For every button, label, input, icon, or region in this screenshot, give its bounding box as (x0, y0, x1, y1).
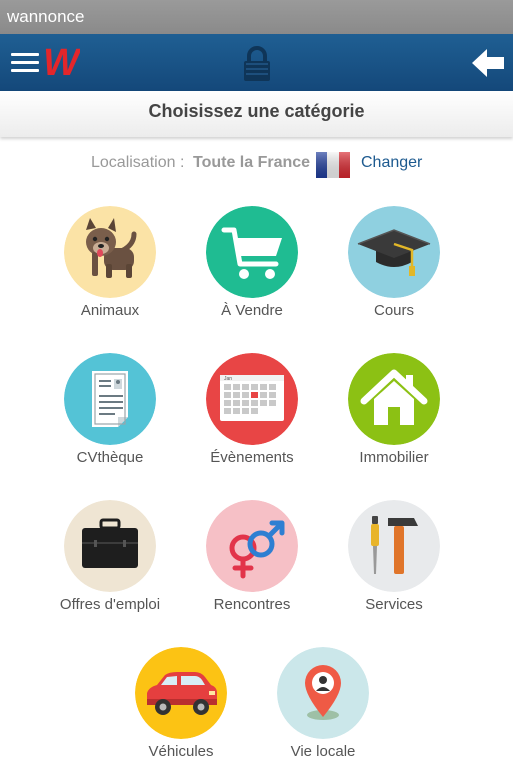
page-title: Choisissez une catégorie (148, 101, 365, 121)
briefcase-icon (64, 500, 156, 592)
category-label: Vie locale (290, 743, 356, 760)
category-cvtheque[interactable]: CVthèque (39, 353, 181, 481)
lock-icon[interactable] (242, 46, 272, 82)
category-label: CVthèque (76, 449, 144, 466)
category-label: Immobilier (359, 449, 429, 466)
category-a-vendre[interactable]: À Vendre (181, 206, 323, 334)
svg-text:Jan: Jan (224, 376, 232, 382)
tools-icon (348, 500, 440, 592)
category-evenements[interactable]: Jan Évènements (181, 353, 323, 481)
category-animaux[interactable]: Animaux (39, 206, 181, 334)
french-flag-icon (316, 152, 350, 178)
category-offres-emploi[interactable]: Offres d'emploi (39, 500, 181, 628)
category-vehicules[interactable]: Véhicules (110, 647, 252, 775)
category-header: Choisissez une catégorie (0, 91, 513, 137)
location-value: Toute la France (193, 154, 311, 171)
resume-document-icon (64, 353, 156, 445)
category-vie-locale[interactable]: Vie locale (252, 647, 394, 775)
window-title: wannonce (7, 7, 85, 26)
graduation-cap-icon (348, 206, 440, 298)
category-services[interactable]: Services (323, 500, 465, 628)
category-rencontres[interactable]: Rencontres (181, 500, 323, 628)
app-logo-icon[interactable]: W (42, 42, 80, 82)
gender-symbols-icon (206, 500, 298, 592)
category-label: À Vendre (221, 302, 283, 319)
category-label: Offres d'emploi (59, 596, 161, 613)
house-icon (348, 353, 440, 445)
app-header: W (0, 34, 513, 91)
category-label: Évènements (210, 449, 294, 466)
window-titlebar: wannonce (0, 0, 513, 34)
category-label: Cours (373, 302, 414, 319)
category-label: Services (365, 596, 423, 613)
category-cours[interactable]: Cours (323, 206, 465, 334)
category-immobilier[interactable]: Immobilier (323, 353, 465, 481)
location-label: Localisation : (91, 154, 185, 171)
location-pin-icon (277, 647, 369, 739)
category-label: Rencontres (213, 596, 291, 613)
category-label: Animaux (80, 302, 140, 319)
hamburger-menu-icon[interactable] (11, 53, 39, 73)
shopping-cart-icon (206, 206, 298, 298)
dog-icon (64, 206, 156, 298)
car-icon (135, 647, 227, 739)
location-row: Localisation : Toute la France Changer (0, 152, 513, 178)
svg-text:W: W (43, 42, 80, 82)
back-arrow-icon[interactable] (470, 47, 506, 79)
change-location-link[interactable]: Changer (361, 154, 422, 172)
calendar-icon: Jan (206, 353, 298, 445)
category-label: Véhicules (148, 743, 214, 760)
